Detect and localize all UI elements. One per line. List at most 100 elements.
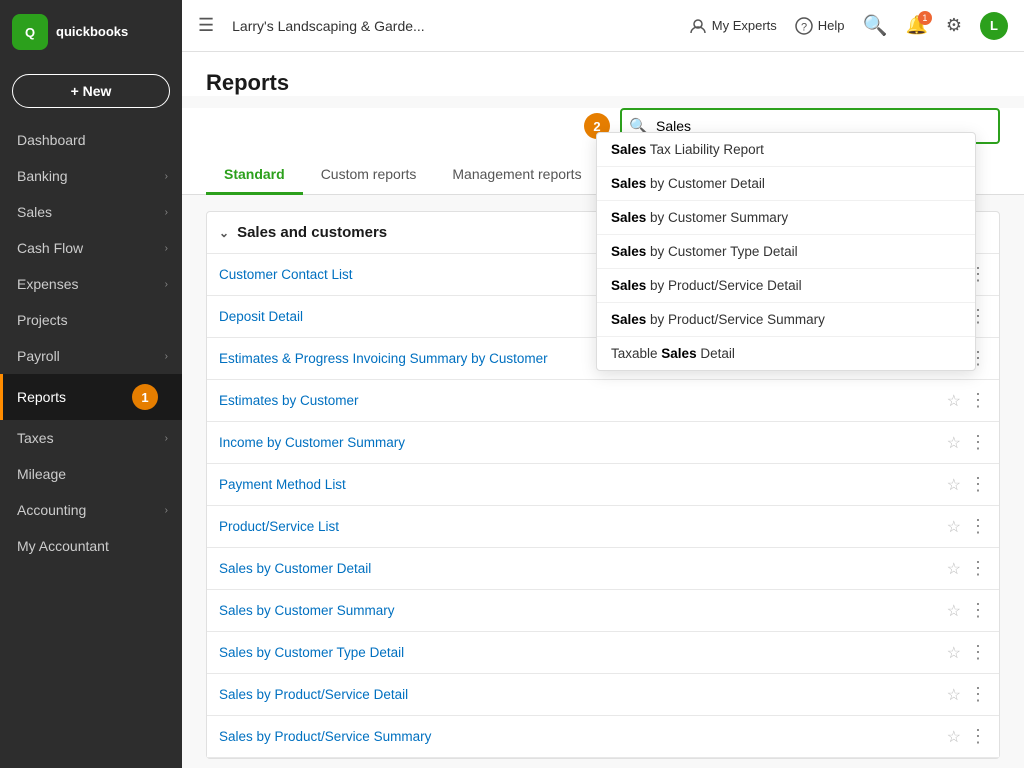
table-row[interactable]: Income by Customer Summary ☆ ⋮ — [207, 422, 999, 464]
more-icon[interactable]: ⋮ — [969, 516, 987, 537]
more-icon[interactable]: ⋮ — [969, 432, 987, 453]
star-icon[interactable]: ☆ — [947, 559, 961, 579]
tab-standard[interactable]: Standard — [206, 156, 303, 195]
chevron-icon: › — [165, 171, 168, 182]
notifications-icon[interactable]: 🔔 1 — [905, 15, 927, 36]
report-name: Estimates by Customer — [219, 393, 359, 408]
report-name: Estimates & Progress Invoicing Summary b… — [219, 351, 548, 366]
report-actions: ☆ ⋮ — [947, 600, 987, 621]
company-name: Larry's Landscaping & Garde... — [232, 18, 677, 34]
search-icon[interactable]: 🔍 — [863, 13, 888, 38]
table-row[interactable]: Product/Service List ☆ ⋮ — [207, 506, 999, 548]
help-button[interactable]: ? Help — [795, 17, 845, 35]
settings-icon[interactable]: ⚙ — [946, 15, 962, 36]
sidebar-item-expenses[interactable]: Expenses › — [0, 266, 182, 302]
report-actions: ☆ ⋮ — [947, 642, 987, 663]
star-icon[interactable]: ☆ — [947, 601, 961, 621]
hamburger-icon[interactable]: ☰ — [198, 15, 214, 36]
report-actions: ☆ ⋮ — [947, 684, 987, 705]
dropdown-item-6[interactable]: Taxable Sales Detail — [597, 337, 975, 370]
user-avatar[interactable]: L — [980, 12, 1008, 40]
report-actions: ☆ ⋮ — [947, 726, 987, 747]
sidebar-item-taxes[interactable]: Taxes › — [0, 420, 182, 456]
search-bar-area: 2 🔍 Sales Tax Liability Report Sales by … — [182, 108, 1024, 156]
star-icon[interactable]: ☆ — [947, 727, 961, 747]
page-header: Reports — [182, 52, 1024, 96]
report-actions: ☆ ⋮ — [947, 558, 987, 579]
search-input-wrap: 🔍 Sales Tax Liability Report Sales by Cu… — [620, 108, 1000, 144]
topbar-actions: My Experts ? Help 🔍 🔔 1 ⚙ L — [689, 12, 1008, 40]
chevron-icon: › — [165, 279, 168, 290]
more-icon[interactable]: ⋮ — [969, 558, 987, 579]
report-actions: ☆ ⋮ — [947, 474, 987, 495]
sidebar-item-payroll[interactable]: Payroll › — [0, 338, 182, 374]
report-actions: ☆ ⋮ — [947, 516, 987, 537]
sidebar-logo: Q quickbooks — [0, 0, 182, 64]
chevron-icon: › — [165, 243, 168, 254]
sidebar-item-projects[interactable]: Projects — [0, 302, 182, 338]
report-name: Sales by Product/Service Summary — [219, 729, 431, 744]
search-dropdown: Sales Tax Liability Report Sales by Cust… — [596, 132, 976, 371]
sidebar-item-mileage[interactable]: Mileage — [0, 456, 182, 492]
chevron-icon: › — [165, 351, 168, 362]
star-icon[interactable]: ☆ — [947, 643, 961, 663]
new-button[interactable]: + New — [12, 74, 170, 108]
report-name: Deposit Detail — [219, 309, 303, 324]
sidebar-item-cashflow[interactable]: Cash Flow › — [0, 230, 182, 266]
sidebar-item-sales[interactable]: Sales › — [0, 194, 182, 230]
chevron-icon: › — [165, 505, 168, 516]
app-name: quickbooks — [56, 24, 128, 40]
dropdown-item-3[interactable]: Sales by Customer Type Detail — [597, 235, 975, 269]
star-icon[interactable]: ☆ — [947, 391, 961, 411]
dropdown-item-0[interactable]: Sales Tax Liability Report — [597, 133, 975, 167]
sidebar-item-accounting[interactable]: Accounting › — [0, 492, 182, 528]
table-row[interactable]: Sales by Customer Type Detail ☆ ⋮ — [207, 632, 999, 674]
report-name: Product/Service List — [219, 519, 339, 534]
report-name: Customer Contact List — [219, 267, 353, 282]
main-content: ☰ Larry's Landscaping & Garde... My Expe… — [182, 0, 1024, 768]
more-icon[interactable]: ⋮ — [969, 726, 987, 747]
table-row[interactable]: Sales by Customer Summary ☆ ⋮ — [207, 590, 999, 632]
table-row[interactable]: Sales by Product/Service Summary ☆ ⋮ — [207, 716, 999, 758]
dropdown-item-4[interactable]: Sales by Product/Service Detail — [597, 269, 975, 303]
star-icon[interactable]: ☆ — [947, 433, 961, 453]
my-experts-button[interactable]: My Experts — [689, 17, 777, 35]
report-name: Sales by Customer Detail — [219, 561, 371, 576]
section-title: Sales and customers — [237, 224, 387, 241]
table-row[interactable]: Payment Method List ☆ ⋮ — [207, 464, 999, 506]
tab-management-reports[interactable]: Management reports — [434, 156, 599, 195]
sidebar-item-reports[interactable]: Reports 1 — [0, 374, 182, 420]
notification-badge: 1 — [918, 11, 932, 25]
more-icon[interactable]: ⋮ — [969, 474, 987, 495]
sidebar-item-banking[interactable]: Banking › — [0, 158, 182, 194]
star-icon[interactable]: ☆ — [947, 475, 961, 495]
help-icon: ? — [795, 17, 813, 35]
table-row[interactable]: Estimates by Customer ☆ ⋮ — [207, 380, 999, 422]
star-icon[interactable]: ☆ — [947, 517, 961, 537]
chevron-icon: › — [165, 207, 168, 218]
report-actions: ☆ ⋮ — [947, 432, 987, 453]
more-icon[interactable]: ⋮ — [969, 390, 987, 411]
content-area: Reports 2 🔍 Sales Tax Liability Report S… — [182, 52, 1024, 768]
report-name: Payment Method List — [219, 477, 346, 492]
table-row[interactable]: Sales by Product/Service Detail ☆ ⋮ — [207, 674, 999, 716]
star-icon[interactable]: ☆ — [947, 685, 961, 705]
section-chevron-icon[interactable]: ⌄ — [219, 226, 229, 240]
tab-custom-reports[interactable]: Custom reports — [303, 156, 435, 195]
topbar: ☰ Larry's Landscaping & Garde... My Expe… — [182, 0, 1024, 52]
more-icon[interactable]: ⋮ — [969, 600, 987, 621]
page-title: Reports — [206, 70, 1000, 96]
quickbooks-logo: Q — [12, 14, 48, 50]
more-icon[interactable]: ⋮ — [969, 684, 987, 705]
dropdown-item-1[interactable]: Sales by Customer Detail — [597, 167, 975, 201]
dropdown-item-5[interactable]: Sales by Product/Service Summary — [597, 303, 975, 337]
sidebar-item-dashboard[interactable]: Dashboard — [0, 122, 182, 158]
step-badge-1: 1 — [132, 384, 158, 410]
more-icon[interactable]: ⋮ — [969, 642, 987, 663]
report-actions: ☆ ⋮ — [947, 390, 987, 411]
dropdown-item-2[interactable]: Sales by Customer Summary — [597, 201, 975, 235]
sidebar-item-my-accountant[interactable]: My Accountant — [0, 528, 182, 564]
report-name: Sales by Customer Summary — [219, 603, 395, 618]
table-row[interactable]: Sales by Customer Detail ☆ ⋮ — [207, 548, 999, 590]
report-name: Sales by Product/Service Detail — [219, 687, 408, 702]
